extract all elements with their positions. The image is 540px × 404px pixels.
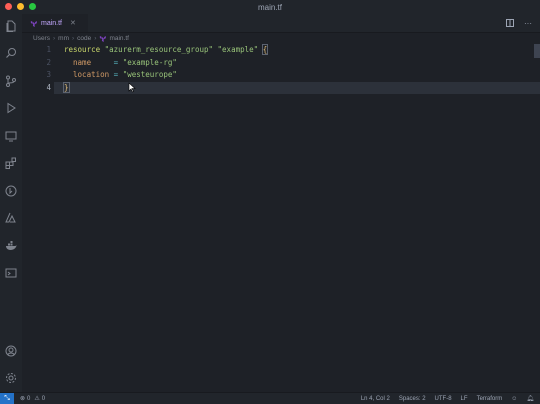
terraform-file-icon [100,35,107,42]
tab-bar: main.tf ✕ ··· [22,14,540,33]
remote-indicator-icon[interactable]: ⤡ [0,393,14,404]
close-window-button[interactable] [5,3,12,10]
account-icon[interactable] [5,345,17,357]
minimize-window-button[interactable] [17,3,24,10]
split-editor-icon[interactable] [506,14,514,32]
code-token: { [261,44,269,55]
search-icon[interactable] [5,47,17,59]
breadcrumb-item-code[interactable]: code [77,35,91,42]
tab-main-tf[interactable]: main.tf ✕ [22,14,88,32]
tab-label: main.tf [41,19,63,27]
run-debug-icon[interactable] [5,102,17,114]
warning-count: 0 [41,395,46,402]
azure-icon[interactable] [5,212,17,224]
extensions-icon[interactable] [5,157,17,169]
line-number: 4 [46,82,51,92]
code-editor[interactable]: 1 2 3 4 resource "azurerm_resource_group… [22,44,540,393]
maximize-window-button[interactable] [29,3,36,10]
line-number: 1 [46,45,51,54]
status-bar: ⤡ ⊗ 0 ⚠ 0 Ln 4, Col 2 Spaces: 2 UTF-8 LF… [0,392,540,404]
chevron-right-icon: › [52,34,56,42]
remote-explorer-icon[interactable] [5,130,17,142]
indentation[interactable]: Spaces: 2 [399,396,426,402]
problems-indicator[interactable]: ⊗ 0 ⚠ 0 [20,395,46,403]
code-token: } [63,81,70,93]
breadcrumb-item-mm[interactable]: mm [58,35,69,42]
code-line[interactable]: name = "example-rg" [64,57,267,70]
terraform-file-icon [30,20,37,27]
code-content[interactable]: resource "azurerm_resource_group" "examp… [63,44,269,95]
mouse-cursor-icon [128,82,136,93]
source-control-icon[interactable] [5,75,17,87]
chevron-right-icon: › [72,34,75,42]
code-token: name [64,57,92,67]
chevron-right-icon: › [94,34,97,42]
editor-scrollbar[interactable] [534,44,540,58]
code-line[interactable]: resource "azurerm_resource_group" "examp… [64,44,269,57]
breadcrumb: Users › mm › code › main.tf [22,32,540,44]
encoding[interactable]: UTF-8 [435,396,452,402]
breadcrumb-item-users[interactable]: Users [33,35,50,42]
breadcrumb-item-file[interactable]: main.tf [109,35,129,42]
title-bar: main.tf [0,0,540,14]
warning-icon: ⚠ [34,396,40,402]
code-line[interactable]: } [63,81,267,95]
code-token: "westeurope" [122,70,177,79]
notifications-bell-icon[interactable]: 🔔︎ [526,395,534,402]
error-count: 0 [27,395,31,402]
line-number: 2 [46,57,51,67]
code-token: location [64,70,110,79]
line-number-gutter: 1 2 3 4 [22,44,54,94]
line-number: 3 [46,70,51,79]
settings-gear-icon[interactable] [5,372,17,384]
error-icon: ⊗ [20,396,26,402]
window-title: main.tf [257,2,282,12]
timeline-icon[interactable] [5,185,17,197]
code-token: "example-rg" [122,57,177,67]
more-actions-icon[interactable]: ··· [524,19,532,28]
end-of-line[interactable]: LF [461,396,468,402]
docker-icon[interactable] [5,240,17,252]
window-controls[interactable] [5,3,36,10]
code-token: "azurerm_resource_group" [104,45,214,54]
code-line[interactable]: location = "westeurope" [64,69,267,82]
explorer-icon[interactable] [5,20,17,32]
language-mode[interactable]: Terraform [477,396,503,402]
activity-bar [0,14,22,393]
cursor-position[interactable]: Ln 4, Col 2 [361,396,390,402]
close-tab-icon[interactable]: ✕ [70,19,76,27]
feedback-icon[interactable]: ☺ [511,396,517,402]
terminal-panel-icon[interactable] [5,267,17,279]
code-token: "example" [217,45,259,54]
code-token: resource [64,45,101,54]
